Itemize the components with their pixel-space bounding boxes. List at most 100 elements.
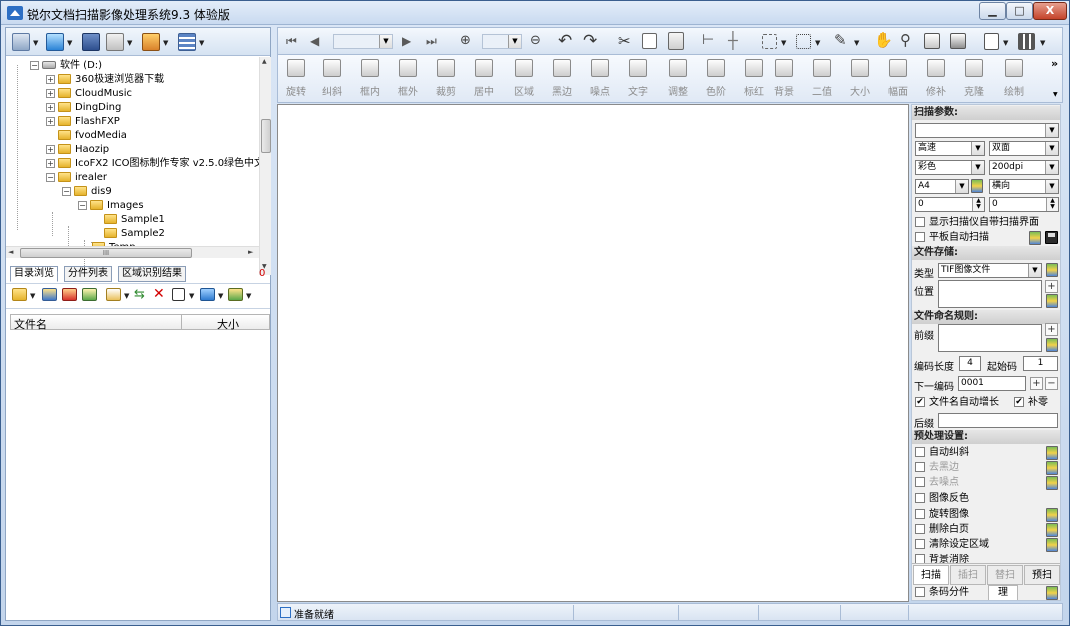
paste-icon[interactable] <box>668 32 684 50</box>
background-button[interactable]: 背景 <box>766 59 802 101</box>
first-page-icon[interactable]: ⏮ <box>286 34 297 49</box>
page-view-dropdown-icon[interactable]: ▼ <box>1003 39 1008 47</box>
tree-node[interactable]: + IcoFX2 ICO图标制作专家 v2.5.0绿色中文 <box>46 157 263 171</box>
crop-button[interactable]: 裁剪 <box>428 59 464 101</box>
tree-expander[interactable]: + <box>46 102 55 112</box>
clear-inside-button[interactable]: 框内 <box>352 59 388 101</box>
black-border-settings-icon[interactable] <box>1046 461 1058 475</box>
select-region-dropdown-icon[interactable]: ▼ <box>815 39 820 47</box>
tree-node[interactable]: − Images <box>78 199 144 213</box>
tree-node[interactable]: + FlashFXP <box>46 115 120 129</box>
page-dropdown-icon[interactable]: ▼ <box>379 35 392 48</box>
eyedropper-dropdown-icon[interactable]: ▼ <box>854 39 859 47</box>
binarize-button[interactable]: 二值 <box>804 59 840 101</box>
checkbox-box[interactable] <box>915 477 925 487</box>
copy-files-icon[interactable] <box>200 288 215 301</box>
checkbox-box[interactable] <box>915 539 925 549</box>
last-page-icon[interactable]: ⏭ <box>426 34 437 49</box>
ruler-icon[interactable]: ⊢ <box>702 32 714 48</box>
tools-dropdown-icon[interactable]: ▼ <box>163 39 168 47</box>
insert-scan-button[interactable]: 插扫 <box>950 565 986 585</box>
scanner-dropdown-icon[interactable]: ▼ <box>33 39 38 47</box>
orientation-select[interactable]: 横向 ▼ <box>989 179 1059 194</box>
select-rect-dropdown-icon[interactable]: ▼ <box>781 39 786 47</box>
decrement-button[interactable]: − <box>1045 377 1058 390</box>
fit-window-icon[interactable] <box>924 33 940 49</box>
export-icon[interactable] <box>106 33 124 51</box>
tree-node[interactable]: + CloudMusic <box>46 87 132 101</box>
maximize-button[interactable]: □ <box>1006 2 1033 20</box>
checkbox-box[interactable]: ✔ <box>1014 397 1024 407</box>
duplex-select[interactable]: 双面 ▼ <box>989 141 1059 156</box>
speed-select[interactable]: 高速 ▼ <box>915 141 985 156</box>
column-divider[interactable] <box>181 315 182 329</box>
tree-expander[interactable]: + <box>46 74 55 84</box>
tree-expander[interactable]: + <box>46 158 55 168</box>
tree-horizontal-scroll-thumb[interactable]: III <box>20 248 192 258</box>
zoom-dropdown-icon[interactable]: ▼ <box>508 35 521 48</box>
minimize-button[interactable]: ▁ <box>979 2 1006 20</box>
tree-expander[interactable]: − <box>78 200 87 210</box>
rotate-button[interactable]: 旋转 <box>278 59 314 101</box>
find-folder-icon[interactable] <box>82 288 97 301</box>
tree-expander[interactable]: + <box>46 88 55 98</box>
clear-region-settings-icon[interactable] <box>1046 538 1058 552</box>
repair-button[interactable]: 修补 <box>918 59 954 101</box>
toolbar-overflow-dropdown-icon[interactable]: ▼ <box>1053 91 1058 98</box>
batch-dropdown-icon[interactable]: ▼ <box>124 292 129 300</box>
despeckle-button[interactable]: 噪点 <box>582 59 618 101</box>
tree-expander[interactable]: + <box>46 116 55 126</box>
tree-node[interactable]: − irealer <box>46 171 107 185</box>
background-removal-checkbox[interactable]: 背景消除 <box>915 554 969 563</box>
prescan-button[interactable]: 预扫 <box>1024 565 1060 585</box>
color-mode-select[interactable]: 彩色 ▼ <box>915 160 985 175</box>
column-header-filename[interactable]: 文件名 <box>14 316 47 332</box>
barcode-split-checkbox[interactable]: 条码分件 <box>915 587 969 599</box>
tree-expander[interactable]: − <box>30 60 39 70</box>
checkbox-box[interactable] <box>915 524 925 534</box>
checkbox-box[interactable] <box>915 447 925 457</box>
move-files-dropdown-icon[interactable]: ▼ <box>246 292 251 300</box>
black-border-button[interactable]: 黑边 <box>544 59 580 101</box>
export-dropdown-icon[interactable]: ▼ <box>127 39 132 47</box>
dpi-select[interactable]: 200dpi ▼ <box>989 160 1059 175</box>
column-header-size[interactable]: 大小 <box>217 316 239 332</box>
draw-button[interactable]: 绘制 <box>996 59 1032 101</box>
invert-image-checkbox[interactable]: 图像反色 <box>915 493 969 505</box>
tree-node[interactable]: Sample2 <box>104 227 165 241</box>
refresh-icon[interactable]: ⇆ <box>134 287 145 302</box>
tree-vertical-scrollbar[interactable]: ▲ ▼ <box>259 57 271 275</box>
paper-size-select[interactable]: A4 ▼ <box>915 179 969 194</box>
delete-folder-icon[interactable] <box>62 288 77 301</box>
checkbox-box[interactable] <box>915 587 925 597</box>
resize-button[interactable]: 大小 <box>842 59 878 101</box>
zoom-level-field[interactable]: ▼ <box>482 34 522 49</box>
clear-region-checkbox[interactable]: 清除设定区域 <box>915 539 989 551</box>
page-size-button[interactable]: 幅面 <box>880 59 916 101</box>
prefix-settings-icon[interactable] <box>1046 338 1058 352</box>
import-icon[interactable] <box>46 33 64 51</box>
cut-icon[interactable]: ✂ <box>618 32 631 50</box>
undo-icon[interactable]: ↶ <box>558 31 572 51</box>
tab-file-list[interactable]: 分件列表 <box>64 266 112 282</box>
checkbox-box[interactable] <box>915 493 925 503</box>
checkbox-box[interactable] <box>915 462 925 472</box>
increment-button[interactable]: + <box>1030 377 1043 390</box>
scanner-select[interactable]: ▼ <box>915 123 1059 138</box>
checkbox-box[interactable] <box>915 232 925 242</box>
checkbox-box[interactable] <box>915 217 925 227</box>
actual-size-icon[interactable] <box>950 33 966 49</box>
zoom-out-icon[interactable]: ⊖ <box>530 33 541 48</box>
despeckle-checkbox[interactable]: 去噪点 <box>915 477 959 489</box>
flatbed-settings-icon[interactable] <box>1029 231 1041 245</box>
eyedropper-icon[interactable]: ✎ <box>834 31 847 49</box>
location-input[interactable] <box>938 280 1042 308</box>
remove-black-border-checkbox[interactable]: 去黑边 <box>915 462 959 474</box>
pad-zero-checkbox[interactable]: ✔ 补零 <box>1014 397 1048 409</box>
tree-node[interactable]: fvodMedia <box>58 129 127 143</box>
levels-button[interactable]: 色阶 <box>698 59 734 101</box>
tree-horizontal-scrollbar[interactable]: ◄ III ► <box>6 246 259 258</box>
thumbnail-view-icon[interactable] <box>1018 33 1035 50</box>
copy-icon[interactable] <box>642 33 657 49</box>
clear-outside-button[interactable]: 框外 <box>390 59 426 101</box>
